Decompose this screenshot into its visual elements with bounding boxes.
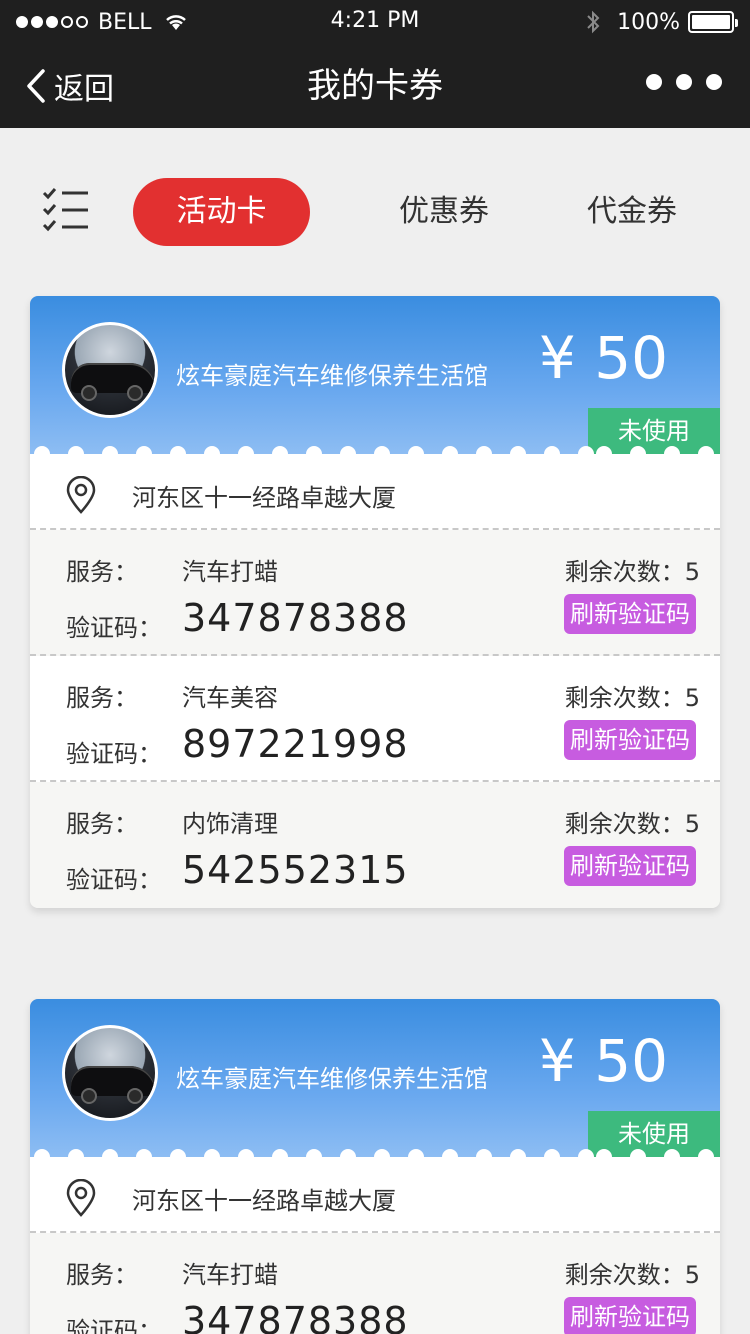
location-pin-icon [66,476,96,514]
scallop-edge [34,446,714,454]
tab-voucher[interactable]: 代金券 [568,178,696,246]
address-text: 河东区十一经路卓越大厦 [132,1187,396,1215]
service-name: 内饰清理 [182,810,278,838]
refresh-code-button[interactable]: 刷新验证码 [564,1297,696,1334]
battery-icon [688,11,738,33]
service-name: 汽车打蜡 [182,558,278,586]
coupon-card[interactable]: 炫车豪庭汽车维修保养生活馆 ¥ 50 未使用 河东区十一经路卓越大厦 服务： 汽… [30,296,720,908]
battery-percent: 100% [617,9,680,35]
verification-code: 347878388 [182,596,409,640]
refresh-code-button[interactable]: 刷新验证码 [564,720,696,760]
shop-avatar [62,1025,158,1121]
code-label: 验证码： [66,740,162,768]
remaining-count: 剩余次数：5 [564,810,700,838]
more-options-button[interactable] [646,74,722,90]
code-label: 验证码： [66,1317,162,1334]
shop-avatar [62,322,158,418]
service-label: 服务： [66,684,138,712]
code-label: 验证码： [66,614,162,642]
service-row: 服务： 汽车打蜡 剩余次数：5 验证码： 347878388 刷新验证码 [30,530,720,656]
remaining-count: 剩余次数：5 [564,1261,700,1289]
shop-address: 河东区十一经路卓越大厦 [30,1157,720,1233]
service-row: 服务： 汽车美容 剩余次数：5 验证码： 897221998 刷新验证码 [30,656,720,782]
filter-list-icon[interactable] [40,188,90,234]
card-type-tabs: 活动卡 优惠券 代金券 [0,178,750,246]
status-bar: BELL 4:21 PM 100% [0,0,750,44]
card-header: 炫车豪庭汽车维修保养生活馆 ¥ 50 未使用 [30,999,720,1157]
tab-discount-coupon[interactable]: 优惠券 [380,178,508,246]
address-text: 河东区十一经路卓越大厦 [132,484,396,512]
service-name: 汽车打蜡 [182,1261,278,1289]
tab-activity-card[interactable]: 活动卡 [133,178,310,246]
remaining-count: 剩余次数：5 [564,558,700,586]
dot-icon [676,74,692,90]
shop-name: 炫车豪庭汽车维修保养生活馆 [176,362,488,390]
code-label: 验证码： [66,866,162,894]
service-row: 服务： 内饰清理 剩余次数：5 验证码： 542552315 刷新验证码 [30,782,720,908]
card-price: ¥ 50 [538,1027,668,1095]
coupon-card[interactable]: 炫车豪庭汽车维修保养生活馆 ¥ 50 未使用 河东区十一经路卓越大厦 服务： 汽… [30,999,720,1334]
remaining-count: 剩余次数：5 [564,684,700,712]
service-row: 服务： 汽车打蜡 剩余次数：5 验证码： 347878388 刷新验证码 [30,1233,720,1334]
dot-icon [646,74,662,90]
scallop-edge [34,1149,714,1157]
card-header: 炫车豪庭汽车维修保养生活馆 ¥ 50 未使用 [30,296,720,454]
bluetooth-icon [587,10,600,34]
service-label: 服务： [66,1261,138,1289]
location-pin-icon [66,1179,96,1217]
shop-name: 炫车豪庭汽车维修保养生活馆 [176,1065,488,1093]
service-name: 汽车美容 [182,684,278,712]
verification-code: 347878388 [182,1299,409,1334]
card-price: ¥ 50 [538,324,668,392]
page-title: 我的卡券 [307,66,443,106]
service-label: 服务： [66,810,138,838]
service-label: 服务： [66,558,138,586]
refresh-code-button[interactable]: 刷新验证码 [564,594,696,634]
refresh-code-button[interactable]: 刷新验证码 [564,846,696,886]
dot-icon [706,74,722,90]
shop-address: 河东区十一经路卓越大厦 [30,454,720,530]
navigation-bar: 返回 我的卡券 [0,44,750,128]
verification-code: 897221998 [182,722,409,766]
verification-code: 542552315 [182,848,409,892]
status-bar-right: 100% [585,8,738,36]
